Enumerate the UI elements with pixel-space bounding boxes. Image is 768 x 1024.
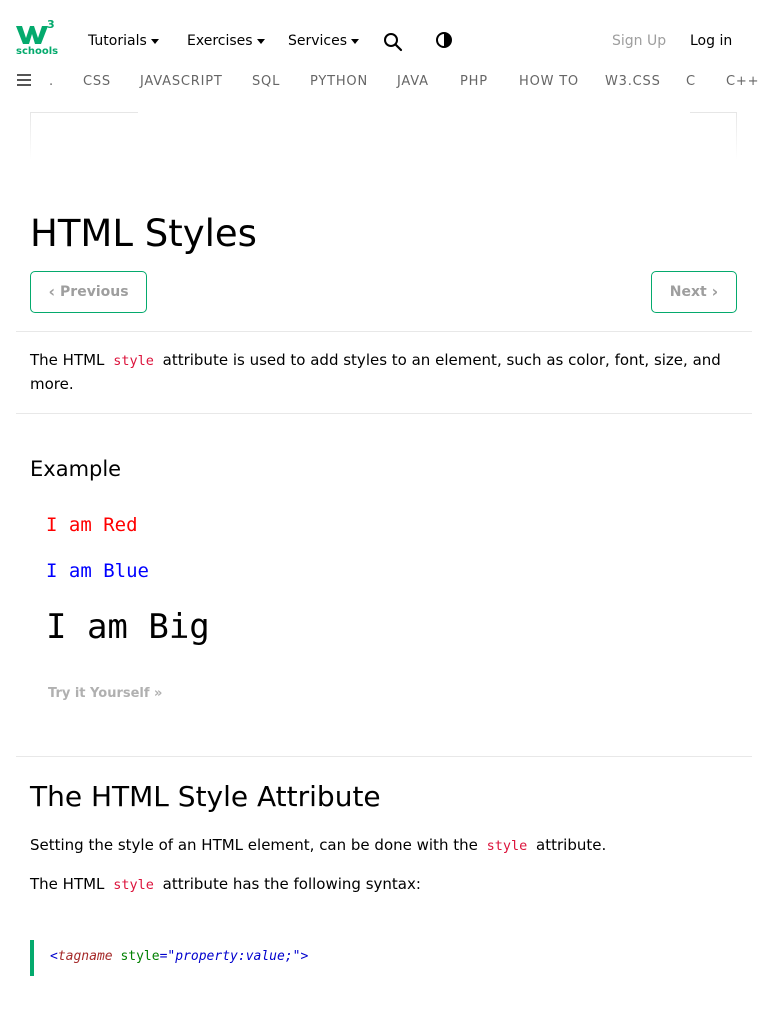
code-bracket: <: [50, 949, 58, 964]
paragraph-text: attribute has the following syntax:: [162, 875, 421, 893]
paragraph-text: attribute.: [536, 836, 607, 854]
try-it-yourself-button[interactable]: Try it Yourself »: [48, 686, 162, 701]
chevron-left-icon: ‹: [48, 282, 56, 301]
search-icon[interactable]: [383, 32, 403, 52]
nav-tutorials[interactable]: Tutorials: [88, 33, 159, 49]
code-tagname: tagname: [57, 949, 113, 964]
style-attribute-paragraph: Setting the style of an HTML element, ca…: [30, 834, 730, 858]
caret-down-icon: [150, 39, 159, 44]
page-title: HTML Styles: [30, 212, 257, 255]
code-bracket: >: [300, 949, 309, 964]
subnav-item-howto[interactable]: HOW TO: [519, 74, 579, 89]
w3schools-logo[interactable]: 3 schools: [16, 18, 59, 58]
divider: [16, 331, 752, 332]
caret-down-icon: [351, 39, 360, 44]
nav-services[interactable]: Services: [288, 33, 360, 49]
nav-exercises-label: Exercises: [187, 33, 253, 49]
logo-text: schools: [16, 46, 59, 57]
hamburger-menu-icon[interactable]: [17, 74, 33, 88]
inline-code-style: style: [113, 353, 154, 369]
next-label: Next: [669, 284, 707, 300]
paragraph-text: Setting the style of an HTML element, ca…: [30, 836, 478, 854]
subnav-item-python[interactable]: PYTHON: [310, 74, 368, 89]
example-red-text: I am Red: [46, 514, 138, 536]
nav-tutorials-label: Tutorials: [88, 33, 147, 49]
syntax-code-block: <tagname style="property:value;">: [30, 940, 737, 976]
next-button[interactable]: Next ›: [651, 271, 737, 313]
ad-frame-border: [30, 112, 31, 160]
intro-paragraph: The HTML style attribute is used to add …: [30, 349, 730, 396]
intro-text: The HTML: [30, 351, 105, 369]
subnav-item-cpp[interactable]: C++: [726, 74, 759, 89]
section-heading: The HTML Style Attribute: [30, 780, 381, 813]
contrast-icon[interactable]: [435, 31, 453, 49]
top-navigation-bar: 3 schools Tutorials Exercises Services S…: [0, 0, 768, 66]
divider: [16, 413, 752, 414]
ad-frame-border: [690, 112, 737, 113]
subnav-item-sql[interactable]: SQL: [252, 74, 280, 89]
syntax-code-line: <tagname style="property:value;">: [50, 949, 308, 964]
subnav-item-php[interactable]: PHP: [460, 74, 488, 89]
subnav-item-css[interactable]: CSS: [83, 74, 111, 89]
code-attribute: style: [120, 949, 160, 964]
nav-services-label: Services: [288, 33, 348, 49]
divider: [16, 756, 752, 757]
subnav-item-w3css[interactable]: W3.CSS: [605, 74, 661, 89]
previous-button[interactable]: ‹ Previous: [30, 271, 147, 313]
logo-superscript: 3: [47, 18, 55, 31]
signup-link[interactable]: Sign Up: [612, 33, 666, 49]
subnav-item-c[interactable]: C: [686, 74, 696, 89]
code-value: "property:value;": [167, 949, 301, 964]
nav-exercises[interactable]: Exercises: [187, 33, 265, 49]
ad-frame-border: [30, 112, 138, 113]
subnav-item-html[interactable]: .: [49, 74, 54, 89]
subnav-item-java[interactable]: JAVA: [397, 74, 429, 89]
caret-down-icon: [256, 39, 265, 44]
inline-code-style: style: [486, 838, 528, 854]
chevron-right-icon: ›: [711, 282, 719, 301]
example-blue-text: I am Blue: [46, 560, 149, 582]
subject-navigation-bar: . CSS JAVASCRIPT SQL PYTHON JAVA PHP HOW…: [0, 66, 768, 98]
syntax-intro-paragraph: The HTML style attribute has the followi…: [30, 873, 730, 897]
previous-label: Previous: [60, 284, 129, 300]
subnav-item-javascript[interactable]: JAVASCRIPT: [140, 74, 223, 89]
ad-frame-border: [736, 112, 737, 160]
inline-code-style: style: [113, 877, 154, 893]
login-link[interactable]: Log in: [690, 33, 732, 49]
paragraph-text: The HTML: [30, 875, 105, 893]
example-heading: Example: [30, 457, 122, 481]
example-big-text: I am Big: [46, 607, 210, 647]
